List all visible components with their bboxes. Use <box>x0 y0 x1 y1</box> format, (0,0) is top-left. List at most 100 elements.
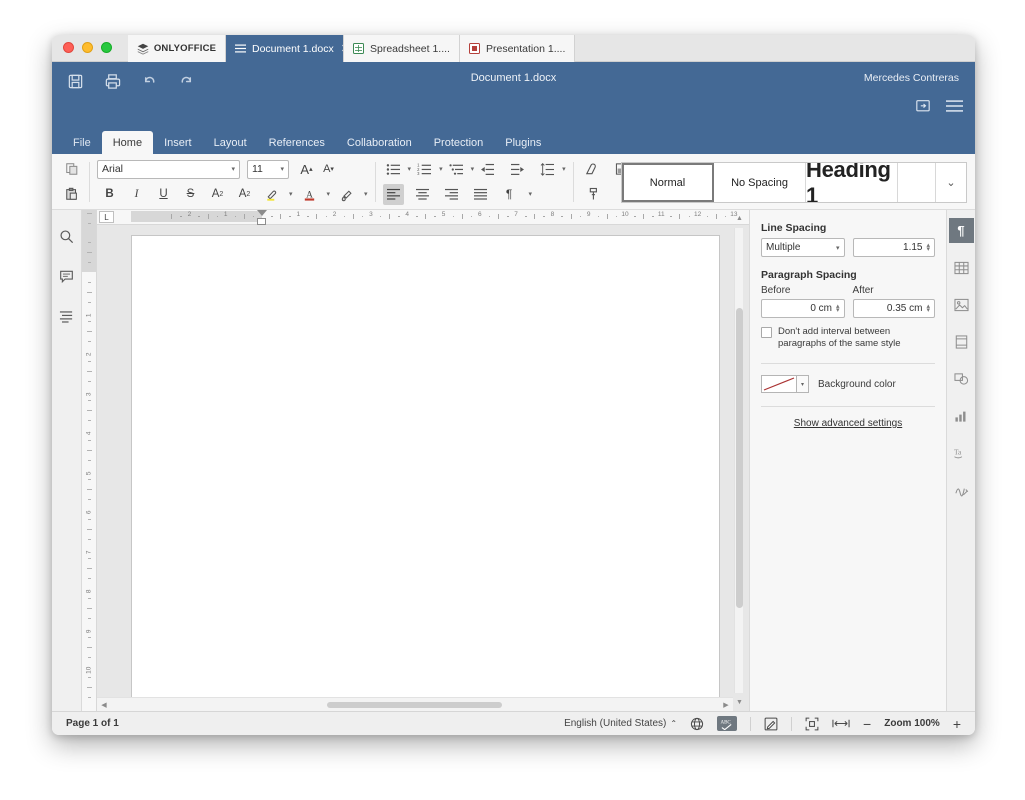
header-footer-settings-icon[interactable] <box>949 329 974 354</box>
paste-icon[interactable] <box>61 184 82 205</box>
stepper-icon[interactable]: ▴ ▾ <box>926 242 930 253</box>
decrease-indent-icon[interactable] <box>477 159 498 180</box>
paragraph-settings-icon[interactable]: ¶ <box>948 218 974 243</box>
font-name-input[interactable]: Arial ▾ <box>97 159 240 179</box>
italic-button[interactable]: I <box>126 184 147 205</box>
vertical-scroll-thumb[interactable] <box>736 308 743 608</box>
style-normal[interactable]: Normal <box>622 163 714 202</box>
shading-color-icon[interactable] <box>336 184 357 205</box>
horizontal-scroll-thumb[interactable] <box>327 702 502 708</box>
show-advanced-settings-link[interactable]: Show advanced settings <box>761 418 935 429</box>
zoom-out-button[interactable]: − <box>863 716 871 732</box>
align-right-button[interactable] <box>441 184 462 205</box>
open-file-location-icon[interactable] <box>915 98 931 113</box>
document-page[interactable] <box>132 236 719 711</box>
chevron-down-icon[interactable]: ▾ <box>280 165 284 173</box>
highlight-color-icon[interactable] <box>261 184 282 205</box>
menu-item-references[interactable]: References <box>258 131 336 154</box>
close-window-button[interactable] <box>63 42 74 53</box>
chevron-down-icon[interactable]: ▾ <box>408 165 412 173</box>
bullet-list-icon[interactable] <box>383 159 404 180</box>
subscript-button[interactable]: A2 <box>234 184 255 205</box>
increase-font-size-button[interactable]: A ▴ <box>296 159 317 180</box>
menu-item-file[interactable]: File <box>62 131 102 154</box>
vertical-ruler[interactable]: 1 2 3 4 5 6 7 8 9 10 <box>82 210 97 711</box>
strikethrough-button[interactable]: S <box>180 184 201 205</box>
style-heading1[interactable]: Heading 1 <box>806 163 898 202</box>
table-settings-icon[interactable] <box>949 255 974 280</box>
first-line-indent-marker[interactable] <box>257 210 267 216</box>
fit-page-icon[interactable] <box>805 717 819 731</box>
vertical-scrollbar[interactable]: ▲ ▼ <box>734 215 743 706</box>
horizontal-ruler[interactable]: 2 1 1 2 3 4 5 6 7 8 9 10 11 12 13 <box>131 210 741 225</box>
zoom-in-button[interactable]: + <box>953 716 961 732</box>
shape-settings-icon[interactable] <box>949 366 974 391</box>
copy-style-icon[interactable] <box>583 184 604 205</box>
stepper-icon[interactable]: ▴ ▾ <box>926 303 930 314</box>
chevron-down-icon[interactable]: ▾ <box>439 165 443 173</box>
comments-icon[interactable] <box>56 265 78 287</box>
stepper-icon[interactable]: ▴ ▾ <box>836 303 840 314</box>
chevron-down-icon[interactable]: ▾ <box>836 244 840 252</box>
tab-stop-selector[interactable]: L <box>99 211 114 223</box>
bold-button[interactable]: B <box>99 184 120 205</box>
background-color-picker[interactable]: ▾ <box>761 375 809 393</box>
horizontal-scrollbar[interactable]: ◀ ▶ <box>97 697 733 711</box>
zoom-window-button[interactable] <box>101 42 112 53</box>
copy-icon[interactable] <box>61 159 82 180</box>
increase-indent-icon[interactable] <box>507 159 528 180</box>
scroll-right-arrow-icon[interactable]: ▶ <box>721 700 731 710</box>
style-no-spacing[interactable]: No Spacing <box>714 163 806 202</box>
print-icon[interactable] <box>104 73 121 90</box>
spacing-after-input[interactable]: 0.35 cm ▴ ▾ <box>852 299 935 318</box>
hamburger-menu-icon[interactable] <box>946 99 963 113</box>
chevron-down-icon[interactable]: ▾ <box>471 165 475 173</box>
chevron-down-icon[interactable]: ▾ <box>797 375 809 393</box>
tab-document1[interactable]: Document 1.docx ✕ <box>226 35 344 62</box>
font-color-icon[interactable]: A <box>299 184 320 205</box>
line-spacing-value-input[interactable]: 1.15 ▴ ▾ <box>852 238 935 257</box>
no-interval-checkbox-row[interactable]: Don't add interval between paragraphs of… <box>761 326 935 350</box>
tab-presentation1[interactable]: Presentation 1.... <box>459 35 576 62</box>
track-changes-icon[interactable] <box>764 717 778 731</box>
minimize-window-button[interactable] <box>82 42 93 53</box>
language-selector[interactable]: English (United States) ⌃ <box>564 718 677 729</box>
spellcheck-icon[interactable]: ABC <box>717 716 738 731</box>
background-color-swatch[interactable] <box>761 375 797 393</box>
signature-settings-icon[interactable] <box>949 477 974 502</box>
align-center-button[interactable] <box>412 184 433 205</box>
font-size-input[interactable]: 11 ▾ <box>247 159 289 179</box>
underline-button[interactable]: U <box>153 184 174 205</box>
multilevel-list-icon[interactable] <box>446 159 467 180</box>
tab-spreadsheet1[interactable]: Spreadsheet 1.... <box>344 35 460 62</box>
decrease-font-size-button[interactable]: A ▾ <box>318 159 339 180</box>
menu-item-protection[interactable]: Protection <box>423 131 495 154</box>
search-icon[interactable] <box>56 225 78 247</box>
menu-item-collaboration[interactable]: Collaboration <box>336 131 423 154</box>
chevron-down-icon[interactable]: ▾ <box>231 165 235 173</box>
align-justify-button[interactable] <box>470 184 491 205</box>
zoom-level[interactable]: Zoom 100% <box>884 718 940 729</box>
fit-width-icon[interactable] <box>832 717 850 730</box>
numbered-list-icon[interactable]: 1 2 3 <box>414 159 435 180</box>
menu-item-home[interactable]: Home <box>101 131 154 154</box>
show-formatting-marks-icon[interactable]: ¶ <box>499 184 520 205</box>
chevron-down-icon[interactable]: ▾ <box>289 190 293 198</box>
menu-item-insert[interactable]: Insert <box>153 131 203 154</box>
scroll-up-arrow-icon[interactable]: ▲ <box>735 214 744 223</box>
spacing-before-input[interactable]: 0 cm ▴ ▾ <box>761 299 845 318</box>
superscript-button[interactable]: A2 <box>207 184 228 205</box>
chevron-down-icon[interactable]: ▾ <box>562 165 566 173</box>
redo-icon[interactable] <box>178 73 195 90</box>
style-blank[interactable] <box>898 163 936 202</box>
scroll-down-arrow-icon[interactable]: ▼ <box>735 698 744 707</box>
left-indent-marker[interactable] <box>257 217 266 225</box>
line-spacing-type-select[interactable]: Multiple ▾ <box>761 238 845 257</box>
headings-icon[interactable] <box>56 305 78 327</box>
clear-style-icon[interactable] <box>581 159 602 180</box>
image-settings-icon[interactable] <box>949 292 974 317</box>
style-gallery-more-button[interactable]: ⌄ <box>936 163 966 202</box>
undo-icon[interactable] <box>141 73 158 90</box>
scroll-left-arrow-icon[interactable]: ◀ <box>99 700 109 710</box>
chart-settings-icon[interactable] <box>949 403 974 428</box>
